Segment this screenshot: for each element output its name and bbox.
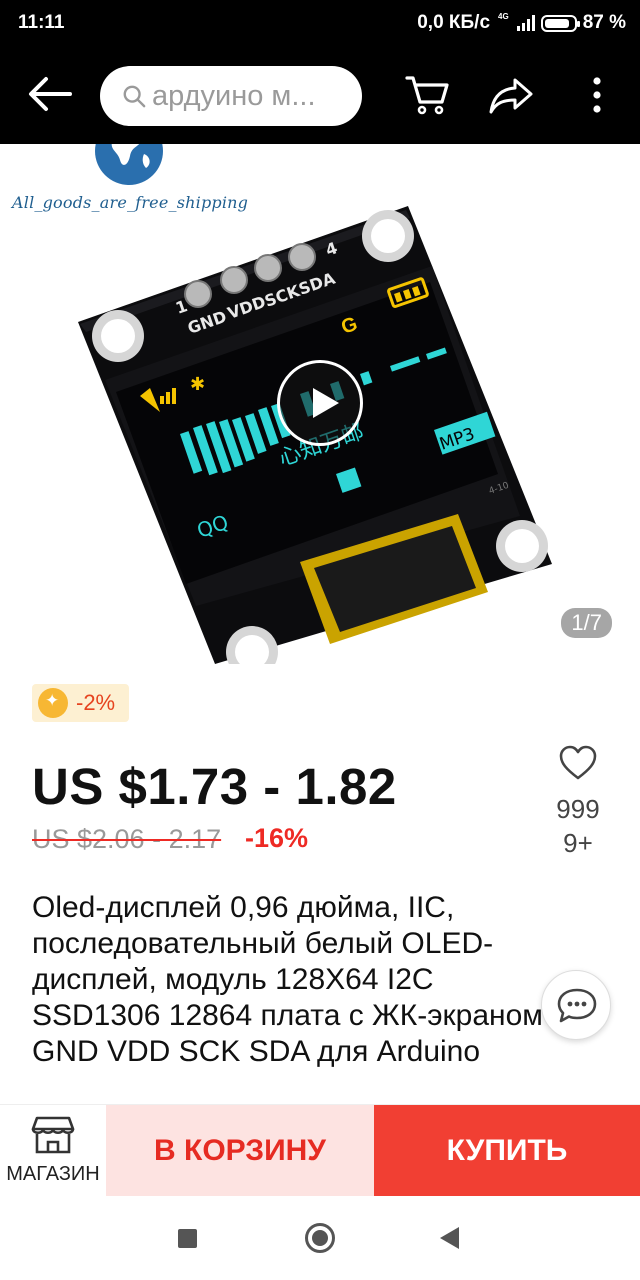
add-to-cart-button[interactable]: В КОРЗИНУ	[106, 1105, 374, 1197]
wishlist-button[interactable]: 999 9+	[552, 745, 604, 860]
play-video-button[interactable]	[277, 360, 363, 446]
cart-icon[interactable]	[404, 72, 450, 118]
product-gallery[interactable]: All_goods_are_free_shipping GND VDD SCK …	[0, 144, 640, 664]
battery-percent: 87 %	[582, 12, 626, 33]
home-icon[interactable]	[305, 1223, 335, 1253]
wishlist-count: 999 9+	[552, 792, 604, 860]
status-bar: 11:11 0,0 КБ/с 4G 87 %	[0, 0, 640, 44]
recent-apps-icon[interactable]	[178, 1229, 197, 1248]
wishlist-count-line2: 9+	[563, 828, 593, 858]
price: US $1.73 - 1.82	[32, 758, 397, 815]
store-button[interactable]: МАГАЗИН	[0, 1105, 106, 1197]
nav-back-icon[interactable]	[440, 1227, 459, 1249]
old-price: US $2.06 - 2.17	[32, 824, 222, 854]
back-arrow-icon[interactable]	[26, 74, 72, 114]
battery-icon	[540, 14, 580, 32]
status-time: 11:11	[18, 12, 65, 33]
system-nav-bar	[0, 1196, 640, 1280]
chat-button[interactable]	[541, 970, 611, 1040]
network-type: 4G	[498, 11, 509, 21]
product-page: 11:11 0,0 КБ/с 4G 87 % ардуино м... All_…	[0, 0, 640, 1280]
share-icon[interactable]	[488, 72, 534, 118]
bottom-action-bar: МАГАЗИН В КОРЗИНУ КУПИТЬ	[0, 1104, 640, 1197]
image-counter: 1/7	[561, 608, 612, 638]
search-icon	[123, 85, 146, 108]
coin-discount-value: -2%	[76, 690, 116, 715]
buy-now-button[interactable]: КУПИТЬ	[374, 1105, 640, 1197]
svg-text:✱: ✱	[190, 374, 205, 394]
search-input[interactable]	[152, 79, 362, 113]
wishlist-count-line1: 999	[556, 794, 600, 824]
app-bar	[0, 44, 640, 144]
heart-icon	[559, 745, 597, 780]
signal-icon	[516, 15, 535, 31]
coin-discount-badge[interactable]: -2%	[32, 684, 130, 722]
chat-icon	[557, 988, 597, 1023]
coin-icon	[38, 688, 68, 718]
more-vert-icon[interactable]	[574, 72, 620, 118]
store-label: МАГАЗИН	[6, 1163, 100, 1185]
status-indicators: 0,0 КБ/с 4G 87 %	[417, 12, 626, 34]
store-icon	[31, 1116, 75, 1154]
product-title[interactable]: Oled-дисплей 0,96 дюйма, IIC, последоват…	[32, 890, 552, 1104]
discount-percent: -16%	[245, 823, 309, 853]
search-bar[interactable]	[100, 66, 362, 126]
network-speed: 0,0 КБ/с	[417, 12, 491, 33]
